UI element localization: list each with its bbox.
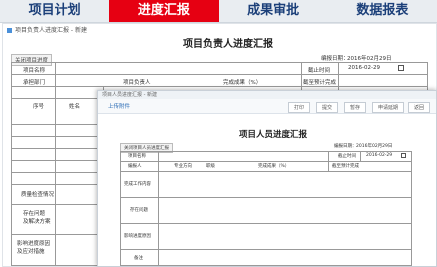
grid-line — [328, 151, 329, 171]
staff-completion-label: 完成成果（%） — [258, 164, 290, 169]
deadline-label: 截止时间 — [308, 68, 331, 74]
grid-line — [120, 161, 412, 162]
grid-line — [120, 171, 412, 172]
quality-check-label: 质量检查情况 — [21, 192, 55, 198]
grid-line — [11, 124, 101, 125]
department-label: 承担部门 — [23, 80, 46, 86]
staff-toolbar: 上传附件 打印 提交 暂存 申请延期 返回 — [98, 99, 436, 114]
project-name-label: 项目名称 — [23, 68, 46, 74]
impact-label: 影响进度原因 及应对措施 — [17, 241, 51, 255]
staff-report-date-value: 2016年02月29日 — [356, 144, 393, 149]
staff-expected-label: 截至预计完成 — [332, 164, 359, 169]
request-extension-button[interactable]: 申请延期 — [372, 102, 405, 113]
work-content-label: 完成工作内容 — [124, 182, 151, 187]
print-button[interactable]: 打印 — [288, 102, 311, 113]
back-button[interactable]: 返回 — [408, 102, 431, 113]
submit-button[interactable]: 提交 — [316, 102, 339, 113]
tab-plan[interactable]: 项目计划 — [0, 0, 109, 22]
grid-line — [11, 204, 101, 205]
grid-line — [11, 160, 101, 161]
grid-line — [11, 184, 101, 185]
staff-deadline-label: 截止时间 — [338, 154, 356, 159]
staff-calendar-icon[interactable] — [401, 153, 406, 158]
staff-report-date-label: 编报日期： — [334, 144, 357, 149]
staff-issues-label: 存在问题 — [130, 208, 148, 213]
grid-line — [11, 172, 101, 173]
tab-progress[interactable]: 进度汇报 — [109, 0, 219, 22]
grid-line — [11, 148, 101, 149]
name-header: 姓名 — [69, 104, 81, 110]
staff-project-name-label: 项目名称 — [128, 154, 146, 159]
grid-line — [11, 86, 428, 87]
specialty-label: 专业方向 — [174, 164, 192, 169]
page-title: 项目负责人进度汇报 — [183, 39, 273, 50]
tab-approval[interactable]: 成果审批 — [219, 0, 328, 22]
breadcrumb: 项目负责人进度汇报 - 新建 — [7, 25, 87, 34]
report-date-value: 2016年02月29日 — [347, 56, 392, 62]
row-number-header: 序号 — [33, 104, 45, 110]
grid-line — [158, 151, 159, 266]
grid-line — [11, 234, 101, 235]
save-draft-button[interactable]: 暂存 — [344, 102, 367, 113]
staff-breadcrumb: 项目人员进度汇报 - 新建 — [98, 91, 436, 99]
tab-reports[interactable]: 数据报表 — [328, 0, 437, 22]
issues-label: 存在问题 及解决方案 — [23, 211, 51, 225]
leader-label: 项目负责人 — [123, 80, 151, 86]
rank-label: 职级 — [206, 164, 215, 169]
grid-line — [11, 74, 428, 75]
calendar-icon[interactable] — [398, 65, 404, 71]
deadline-input[interactable]: 2016-02-29 — [348, 65, 380, 71]
top-nav: 项目计划 进度汇报 成果审批 数据报表 — [0, 0, 437, 23]
remark-label: 备注 — [134, 256, 143, 261]
grid-line — [120, 197, 412, 198]
upload-attachment-button[interactable]: 上传附件 — [108, 102, 130, 110]
grid-line — [11, 136, 101, 137]
grid-line — [120, 249, 412, 250]
report-date-label: 编报日期： — [321, 56, 349, 62]
grid-line — [55, 62, 56, 266]
expected-label: 截至预计完成 — [303, 80, 337, 86]
grid-line — [120, 223, 412, 224]
completion-label: 完成成果（%） — [223, 80, 262, 86]
home-icon — [7, 28, 12, 33]
staff-progress-window: 项目人员进度汇报 - 新建 上传附件 打印 提交 暂存 申请延期 返回 关闭项目… — [97, 90, 437, 267]
staff-page-title: 项目人员进度汇报 — [238, 130, 307, 140]
staff-impact-label: 影响进度原因 — [124, 234, 151, 239]
staff-person-label: 编报人 — [128, 164, 142, 169]
grid-line — [360, 151, 361, 161]
staff-deadline-input[interactable]: 2016-02-29 — [366, 153, 392, 158]
